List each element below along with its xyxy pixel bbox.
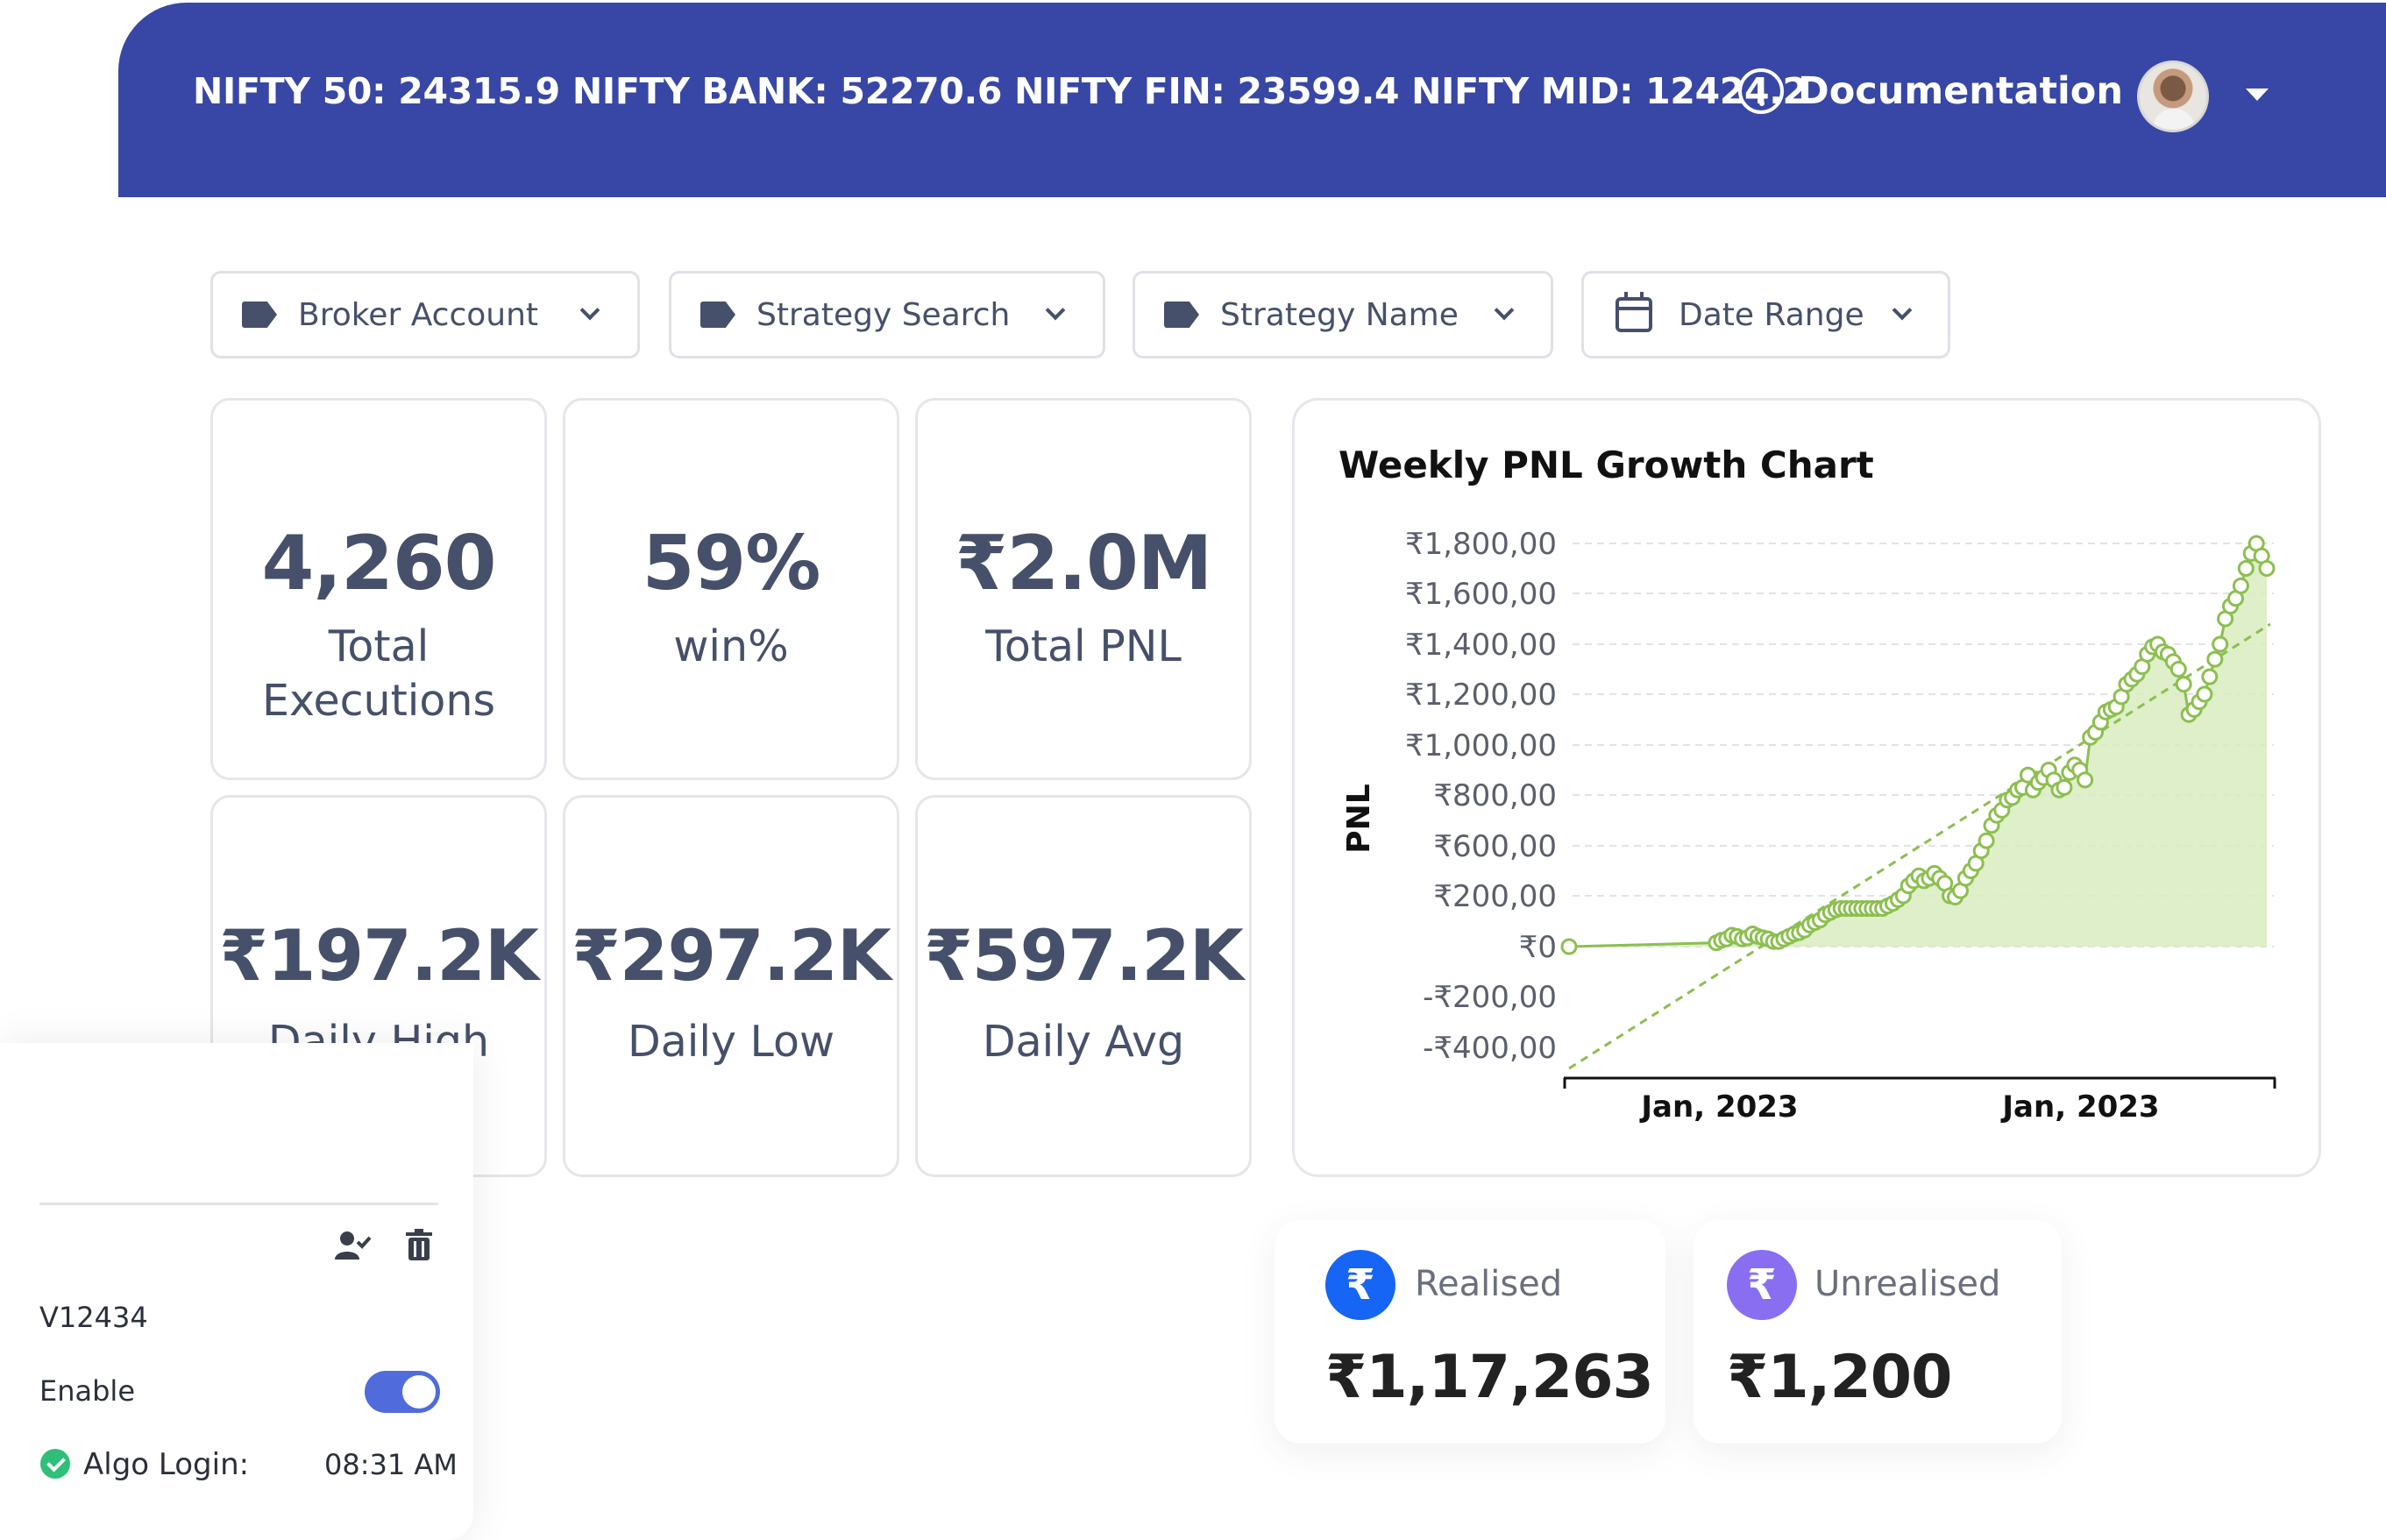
user-check-icon[interactable] <box>335 1230 372 1261</box>
info-icon <box>1738 68 1784 114</box>
rupee-icon: ₹ <box>1727 1250 1797 1320</box>
y-tick-label: ₹800,00 <box>1433 778 1557 813</box>
pnl-growth-chart: ₹1,800,00 ₹1,600,00 ₹1,400,00 ₹1,200,00 ₹1,0… <box>1341 527 2276 1125</box>
y-tick-label: ₹1,200,00 <box>1405 678 1557 713</box>
y-tick-label: ₹1,600,00 <box>1405 577 1557 612</box>
stat-label: Daily Low <box>627 1017 835 1067</box>
tag-icon <box>1164 302 1199 328</box>
data-point <box>2175 676 2192 693</box>
filter-label: Date Range <box>1679 296 1864 333</box>
user-avatar[interactable] <box>2137 60 2209 132</box>
data-point <box>2201 668 2219 685</box>
y-tick-label: ₹200,00 <box>1433 879 1557 914</box>
y-tick-label: ₹0 <box>1519 930 1557 965</box>
data-point <box>2212 635 2229 653</box>
stat-card-win-rate: 59% win% <box>563 398 899 780</box>
chevron-down-icon <box>1892 300 1913 321</box>
stat-label: Daily Avg <box>982 1017 1185 1067</box>
stat-label: Total PNL <box>985 621 1182 671</box>
stat-value: ₹597.2K <box>924 915 1244 997</box>
algo-login-time: 08:31 AM <box>324 1448 458 1481</box>
unrealised-value: ₹1,200 <box>1727 1343 1952 1412</box>
data-point <box>1978 832 1995 849</box>
unrealised-label: Unrealised <box>1814 1264 2001 1304</box>
data-point <box>1560 938 1578 955</box>
stat-card-total-pnl: ₹2.0M Total PNL <box>915 398 1252 780</box>
chevron-down-icon <box>579 300 600 321</box>
stat-card-daily-avg: ₹597.2K Daily Avg <box>915 795 1252 1177</box>
trash-icon[interactable] <box>406 1229 432 1260</box>
market-ticker: NIFTY 50: 24315.9 NIFTY BANK: 52270.6 NI… <box>193 70 1807 112</box>
data-point <box>2206 650 2224 668</box>
chevron-down-icon <box>1045 300 1066 321</box>
realised-value: ₹1,17,263 <box>1325 1343 1654 1412</box>
account-id: V12434 <box>39 1301 148 1334</box>
x-tick-label: Jan, 2023 <box>2000 1089 2159 1125</box>
y-tick-label: ₹1,800,00 <box>1405 527 1557 562</box>
stat-value: ₹197.2K <box>219 915 539 997</box>
stat-value: ₹2.0M <box>955 520 1213 607</box>
date-range-filter[interactable]: Date Range <box>1581 271 1950 358</box>
stat-value: 4,260 <box>261 520 496 607</box>
stat-card-total-executions: 4,260 Total Executions <box>210 398 547 780</box>
data-point <box>2077 771 2094 789</box>
stat-label: win% <box>673 621 789 671</box>
stat-label: Total <box>328 621 430 671</box>
documentation-label: Documentation <box>1798 69 2123 113</box>
strategy-search-filter[interactable]: Strategy Search <box>669 271 1105 358</box>
y-tick-label: -₹200,00 <box>1423 980 1557 1015</box>
stat-card-daily-low: ₹297.2K Daily Low <box>563 795 899 1177</box>
y-tick-label: ₹600,00 <box>1433 829 1557 864</box>
algo-login-label: Algo Login: <box>83 1447 250 1482</box>
filter-label: Strategy Name <box>1220 296 1459 333</box>
strategy-name-filter[interactable]: Strategy Name <box>1133 271 1553 358</box>
broker-account-filter[interactable]: Broker Account <box>210 271 640 358</box>
rupee-icon: ₹ <box>1325 1250 1395 1320</box>
data-point <box>2258 560 2276 577</box>
y-axis-label: PNL <box>1341 784 1377 853</box>
caret-down-icon[interactable] <box>2246 89 2269 101</box>
data-point <box>2196 685 2213 703</box>
y-tick-label: ₹1,400,00 <box>1405 628 1557 663</box>
divider <box>39 1203 438 1205</box>
unrealised-card: ₹ Unrealised ₹1,200 <box>1694 1220 2062 1444</box>
realised-label: Realised <box>1415 1264 1563 1304</box>
stat-value: 59% <box>642 520 821 607</box>
y-tick-label: ₹1,000,00 <box>1405 728 1557 763</box>
x-tick-label: Jan, 2023 <box>1639 1089 1798 1125</box>
stat-value: ₹297.2K <box>572 915 891 997</box>
y-tick-label: -₹400,00 <box>1423 1031 1557 1066</box>
calendar-icon <box>1616 292 1652 332</box>
documentation-link[interactable]: Documentation <box>1738 68 2123 114</box>
stat-label: Executions <box>262 676 495 726</box>
check-circle-icon <box>40 1449 70 1479</box>
data-point <box>2056 778 2073 796</box>
data-point <box>2169 661 2187 678</box>
chevron-down-icon <box>1494 300 1515 321</box>
enable-label: Enable <box>39 1374 135 1408</box>
tag-icon <box>700 302 735 328</box>
filter-label: Broker Account <box>298 296 539 333</box>
realised-card: ₹ Realised ₹1,17,263 <box>1275 1220 1665 1444</box>
filter-label: Strategy Search <box>756 296 1011 333</box>
tag-icon <box>242 302 277 328</box>
data-point <box>2232 577 2249 594</box>
enable-toggle[interactable] <box>365 1371 440 1413</box>
data-point <box>2237 560 2255 577</box>
